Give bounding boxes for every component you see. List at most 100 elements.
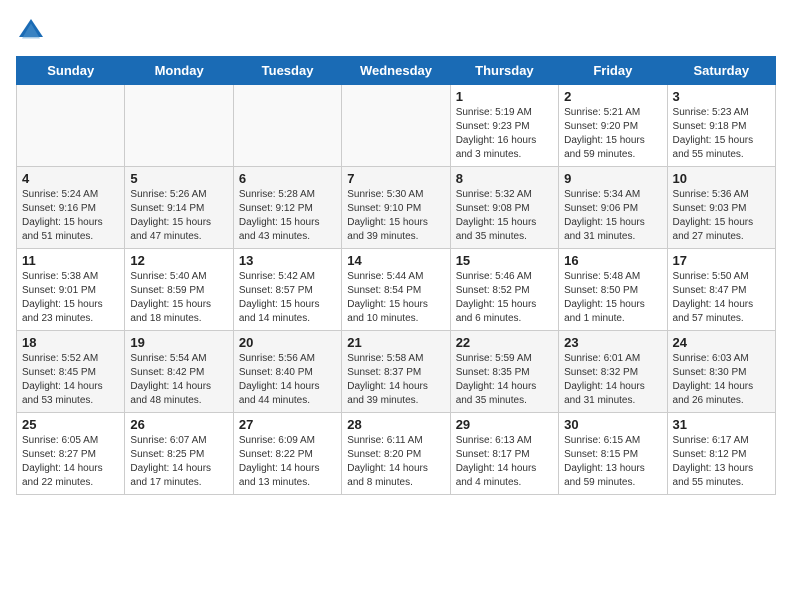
- day-number: 7: [347, 171, 444, 186]
- day-number: 13: [239, 253, 336, 268]
- day-number: 11: [22, 253, 119, 268]
- calendar-cell: 5 Sunrise: 5:26 AM Sunset: 9:14 PM Daylig…: [125, 167, 233, 249]
- day-number: 29: [456, 417, 553, 432]
- calendar-week-row: 25 Sunrise: 6:05 AM Sunset: 8:27 PM Dayli…: [17, 413, 776, 495]
- day-number: 19: [130, 335, 227, 350]
- day-number: 17: [673, 253, 770, 268]
- day-number: 18: [22, 335, 119, 350]
- day-number: 5: [130, 171, 227, 186]
- cell-info: Sunrise: 5:30 AM Sunset: 9:10 PM Dayligh…: [347, 188, 444, 244]
- calendar-cell: 27 Sunrise: 6:09 AM Sunset: 8:22 PM Dayli…: [233, 413, 341, 495]
- cell-info: Sunrise: 5:48 AM Sunset: 8:50 PM Dayligh…: [564, 270, 661, 326]
- cell-info: Sunrise: 5:50 AM Sunset: 8:47 PM Dayligh…: [673, 270, 770, 326]
- cell-info: Sunrise: 5:28 AM Sunset: 9:12 PM Dayligh…: [239, 188, 336, 244]
- calendar-cell: 21 Sunrise: 5:58 AM Sunset: 8:37 PM Dayli…: [342, 331, 450, 413]
- cell-info: Sunrise: 5:42 AM Sunset: 8:57 PM Dayligh…: [239, 270, 336, 326]
- day-number: 1: [456, 89, 553, 104]
- calendar-cell: 31 Sunrise: 6:17 AM Sunset: 8:12 PM Dayli…: [667, 413, 775, 495]
- calendar-cell: 6 Sunrise: 5:28 AM Sunset: 9:12 PM Daylig…: [233, 167, 341, 249]
- cell-info: Sunrise: 5:46 AM Sunset: 8:52 PM Dayligh…: [456, 270, 553, 326]
- day-number: 27: [239, 417, 336, 432]
- calendar-cell: 9 Sunrise: 5:34 AM Sunset: 9:06 PM Daylig…: [559, 167, 667, 249]
- cell-info: Sunrise: 5:38 AM Sunset: 9:01 PM Dayligh…: [22, 270, 119, 326]
- day-number: 16: [564, 253, 661, 268]
- calendar-cell: 16 Sunrise: 5:48 AM Sunset: 8:50 PM Dayli…: [559, 249, 667, 331]
- cell-info: Sunrise: 5:54 AM Sunset: 8:42 PM Dayligh…: [130, 352, 227, 408]
- cell-info: Sunrise: 6:03 AM Sunset: 8:30 PM Dayligh…: [673, 352, 770, 408]
- day-number: 25: [22, 417, 119, 432]
- calendar-cell: [342, 85, 450, 167]
- cell-info: Sunrise: 5:44 AM Sunset: 8:54 PM Dayligh…: [347, 270, 444, 326]
- day-number: 12: [130, 253, 227, 268]
- calendar-cell: 1 Sunrise: 5:19 AM Sunset: 9:23 PM Daylig…: [450, 85, 558, 167]
- calendar-cell: 25 Sunrise: 6:05 AM Sunset: 8:27 PM Dayli…: [17, 413, 125, 495]
- calendar-cell: 12Sunrise: 5:40 AM Sunset: 8:59 PM Dayli…: [125, 249, 233, 331]
- calendar-cell: 28Sunrise: 6:11 AM Sunset: 8:20 PM Dayli…: [342, 413, 450, 495]
- calendar-table: SundayMondayTuesdayWednesdayThursdayFrid…: [16, 56, 776, 495]
- calendar-week-row: 11 Sunrise: 5:38 AM Sunset: 9:01 PM Dayli…: [17, 249, 776, 331]
- calendar-cell: 18 Sunrise: 5:52 AM Sunset: 8:45 PM Dayli…: [17, 331, 125, 413]
- day-number: 3: [673, 89, 770, 104]
- day-header-thursday: Thursday: [450, 57, 558, 85]
- calendar-cell: 7 Sunrise: 5:30 AM Sunset: 9:10 PM Daylig…: [342, 167, 450, 249]
- calendar-cell: 22 Sunrise: 5:59 AM Sunset: 8:35 PM Dayli…: [450, 331, 558, 413]
- day-number: 24: [673, 335, 770, 350]
- day-number: 20: [239, 335, 336, 350]
- calendar-cell: 20Sunrise: 5:56 AM Sunset: 8:40 PM Dayli…: [233, 331, 341, 413]
- cell-info: Sunrise: 6:07 AM Sunset: 8:25 PM Dayligh…: [130, 434, 227, 490]
- calendar-cell: 13 Sunrise: 5:42 AM Sunset: 8:57 PM Dayli…: [233, 249, 341, 331]
- day-number: 26: [130, 417, 227, 432]
- cell-info: Sunrise: 5:21 AM Sunset: 9:20 PM Dayligh…: [564, 106, 661, 162]
- calendar-cell: 29 Sunrise: 6:13 AM Sunset: 8:17 PM Dayli…: [450, 413, 558, 495]
- day-number: 6: [239, 171, 336, 186]
- day-number: 4: [22, 171, 119, 186]
- calendar-cell: [125, 85, 233, 167]
- day-number: 21: [347, 335, 444, 350]
- cell-info: Sunrise: 5:19 AM Sunset: 9:23 PM Dayligh…: [456, 106, 553, 162]
- page-header: [16, 16, 776, 46]
- cell-info: Sunrise: 6:13 AM Sunset: 8:17 PM Dayligh…: [456, 434, 553, 490]
- calendar-cell: 30 Sunrise: 6:15 AM Sunset: 8:15 PM Dayli…: [559, 413, 667, 495]
- calendar-cell: 11 Sunrise: 5:38 AM Sunset: 9:01 PM Dayli…: [17, 249, 125, 331]
- day-number: 30: [564, 417, 661, 432]
- calendar-cell: 10 Sunrise: 5:36 AM Sunset: 9:03 PM Dayli…: [667, 167, 775, 249]
- calendar-cell: 19 Sunrise: 5:54 AM Sunset: 8:42 PM Dayli…: [125, 331, 233, 413]
- calendar-week-row: 18 Sunrise: 5:52 AM Sunset: 8:45 PM Dayli…: [17, 331, 776, 413]
- day-number: 23: [564, 335, 661, 350]
- calendar-cell: [17, 85, 125, 167]
- cell-info: Sunrise: 6:09 AM Sunset: 8:22 PM Dayligh…: [239, 434, 336, 490]
- calendar-week-row: 1 Sunrise: 5:19 AM Sunset: 9:23 PM Daylig…: [17, 85, 776, 167]
- calendar-header-row: SundayMondayTuesdayWednesdayThursdayFrid…: [17, 57, 776, 85]
- day-number: 10: [673, 171, 770, 186]
- calendar-cell: 2Sunrise: 5:21 AM Sunset: 9:20 PM Daylig…: [559, 85, 667, 167]
- calendar-cell: 24 Sunrise: 6:03 AM Sunset: 8:30 PM Dayli…: [667, 331, 775, 413]
- calendar-cell: [233, 85, 341, 167]
- cell-info: Sunrise: 5:24 AM Sunset: 9:16 PM Dayligh…: [22, 188, 119, 244]
- day-number: 31: [673, 417, 770, 432]
- day-header-monday: Monday: [125, 57, 233, 85]
- calendar-cell: 15 Sunrise: 5:46 AM Sunset: 8:52 PM Dayli…: [450, 249, 558, 331]
- cell-info: Sunrise: 5:34 AM Sunset: 9:06 PM Dayligh…: [564, 188, 661, 244]
- cell-info: Sunrise: 6:05 AM Sunset: 8:27 PM Dayligh…: [22, 434, 119, 490]
- cell-info: Sunrise: 5:23 AM Sunset: 9:18 PM Dayligh…: [673, 106, 770, 162]
- day-number: 22: [456, 335, 553, 350]
- day-number: 9: [564, 171, 661, 186]
- calendar-cell: 4 Sunrise: 5:24 AM Sunset: 9:16 PM Daylig…: [17, 167, 125, 249]
- cell-info: Sunrise: 6:15 AM Sunset: 8:15 PM Dayligh…: [564, 434, 661, 490]
- cell-info: Sunrise: 5:52 AM Sunset: 8:45 PM Dayligh…: [22, 352, 119, 408]
- cell-info: Sunrise: 5:36 AM Sunset: 9:03 PM Dayligh…: [673, 188, 770, 244]
- day-number: 28: [347, 417, 444, 432]
- calendar-cell: 26 Sunrise: 6:07 AM Sunset: 8:25 PM Dayli…: [125, 413, 233, 495]
- logo-icon: [16, 16, 46, 46]
- cell-info: Sunrise: 5:58 AM Sunset: 8:37 PM Dayligh…: [347, 352, 444, 408]
- cell-info: Sunrise: 5:26 AM Sunset: 9:14 PM Dayligh…: [130, 188, 227, 244]
- cell-info: Sunrise: 6:17 AM Sunset: 8:12 PM Dayligh…: [673, 434, 770, 490]
- cell-info: Sunrise: 5:59 AM Sunset: 8:35 PM Dayligh…: [456, 352, 553, 408]
- calendar-cell: 3 Sunrise: 5:23 AM Sunset: 9:18 PM Daylig…: [667, 85, 775, 167]
- day-header-tuesday: Tuesday: [233, 57, 341, 85]
- day-number: 14: [347, 253, 444, 268]
- calendar-cell: 23Sunrise: 6:01 AM Sunset: 8:32 PM Dayli…: [559, 331, 667, 413]
- day-header-friday: Friday: [559, 57, 667, 85]
- calendar-cell: 8Sunrise: 5:32 AM Sunset: 9:08 PM Daylig…: [450, 167, 558, 249]
- day-number: 15: [456, 253, 553, 268]
